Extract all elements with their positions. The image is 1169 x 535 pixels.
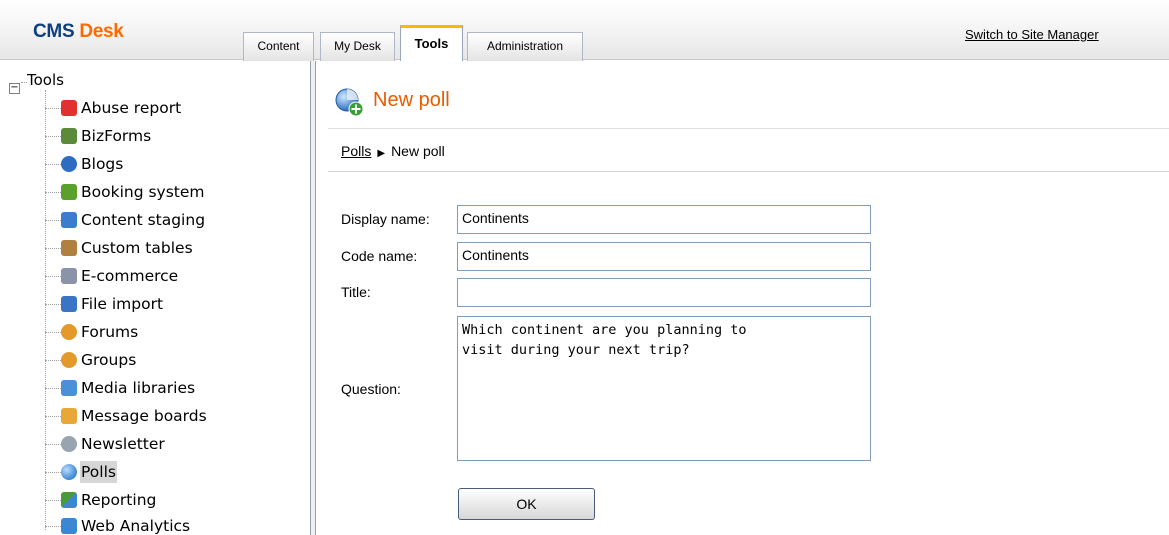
- tree-item-abuse-report[interactable]: Abuse report: [45, 95, 182, 121]
- ok-button[interactable]: OK: [458, 488, 595, 520]
- tree-item-label: File import: [81, 295, 164, 313]
- code-name-input[interactable]: Continents: [457, 242, 871, 271]
- tree-item-label: Reporting: [81, 491, 157, 509]
- tree-item-blogs[interactable]: Blogs: [45, 151, 124, 177]
- e-commerce-icon: [61, 268, 77, 284]
- page-header: New poll: [320, 61, 1169, 127]
- message-boards-icon: [61, 408, 77, 424]
- main-content: New poll Polls ▶ New poll Display name: Co…: [320, 61, 1169, 535]
- tree-item-e-commerce[interactable]: E-commerce: [45, 263, 179, 289]
- collapse-tools-icon[interactable]: −: [9, 83, 20, 94]
- file-import-icon: [61, 296, 77, 312]
- abuse-report-icon: [61, 100, 77, 116]
- tree-item-label: Media libraries: [81, 379, 196, 397]
- booking-system-icon: [61, 184, 77, 200]
- cms-desk-logo: CMS Desk: [33, 21, 124, 42]
- divider: [328, 128, 1169, 129]
- frame-splitter[interactable]: [306, 61, 320, 535]
- tree-item-label: Booking system: [81, 183, 205, 201]
- title-input[interactable]: [457, 278, 871, 307]
- tab-administration[interactable]: Administration: [467, 32, 583, 61]
- tree-item-custom-tables[interactable]: Custom tables: [45, 235, 194, 261]
- tree-item-media-libraries[interactable]: Media libraries: [45, 375, 196, 401]
- tree-item-label: Blogs: [81, 155, 124, 173]
- tree-item-label: Groups: [81, 351, 137, 369]
- display-name-input[interactable]: Continents: [457, 205, 871, 234]
- tree-item-label: Message boards: [81, 407, 207, 425]
- web-analytics-icon: [61, 518, 77, 534]
- tab-content[interactable]: Content: [243, 32, 314, 61]
- custom-tables-icon: [61, 240, 77, 256]
- new-poll-icon: [335, 88, 364, 117]
- tab-my-desk[interactable]: My Desk: [320, 32, 395, 61]
- tree-item-bizforms[interactable]: BizForms: [45, 123, 152, 149]
- tree-item-booking-system[interactable]: Booking system: [45, 179, 206, 205]
- tab-tools-label: Tools: [414, 36, 449, 51]
- groups-icon: [61, 352, 77, 368]
- polls-icon: [61, 464, 77, 480]
- tree-item-content-staging[interactable]: Content staging: [45, 207, 206, 233]
- tree-item-label: Polls: [80, 461, 117, 483]
- newsletter-icon: [61, 436, 77, 452]
- display-name-label: Display name:: [341, 211, 430, 227]
- breadcrumb-polls-link[interactable]: Polls: [341, 143, 371, 159]
- media-libraries-icon: [61, 380, 77, 396]
- tree-item-groups[interactable]: Groups: [45, 347, 137, 373]
- breadcrumb-current: New poll: [391, 143, 445, 159]
- tree-item-label: Abuse report: [81, 99, 182, 117]
- tree-item-label: Newsletter: [81, 435, 165, 453]
- tree-item-message-boards[interactable]: Message boards: [45, 403, 208, 429]
- divider: [328, 171, 1169, 172]
- tab-content-label: Content: [257, 39, 300, 53]
- reporting-icon: [61, 492, 77, 508]
- tree-item-label: E-commerce: [81, 267, 179, 285]
- breadcrumb: Polls ▶ New poll: [341, 143, 445, 159]
- bizforms-icon: [61, 128, 77, 144]
- breadcrumb-separator-icon: ▶: [377, 148, 386, 159]
- tree-item-reporting[interactable]: Reporting: [45, 487, 157, 513]
- tree-item-label: Content staging: [81, 211, 206, 229]
- tree-item-forums[interactable]: Forums: [45, 319, 139, 345]
- tree-item-label: Forums: [81, 323, 139, 341]
- tree-item-newsletter[interactable]: Newsletter: [45, 431, 166, 457]
- tree-item-polls[interactable]: Polls: [45, 459, 117, 485]
- code-name-label: Code name:: [341, 248, 418, 264]
- forums-icon: [61, 324, 77, 340]
- tree-item-label: BizForms: [81, 127, 152, 145]
- tab-tools[interactable]: Tools: [400, 25, 463, 61]
- tree-item-label: Web Analytics: [81, 517, 191, 535]
- question-textarea[interactable]: Which continent are you planning to visi…: [457, 316, 871, 461]
- tab-my-desk-label: My Desk: [334, 39, 381, 53]
- top-header: CMS Desk Content My Desk Tools Administr…: [0, 0, 1169, 61]
- title-label: Title:: [341, 284, 371, 300]
- tree-item-web-analytics[interactable]: Web Analytics: [45, 513, 191, 535]
- blogs-icon: [61, 156, 77, 172]
- tree-item-label: Custom tables: [81, 239, 193, 257]
- question-label: Question:: [341, 381, 401, 397]
- switch-to-site-manager-link[interactable]: Switch to Site Manager: [965, 27, 1099, 42]
- tree-item-file-import[interactable]: File import: [45, 291, 164, 317]
- content-staging-icon: [61, 212, 77, 228]
- tree-root-tools[interactable]: Tools: [27, 71, 64, 89]
- page-title: New poll: [373, 89, 450, 111]
- tab-administration-label: Administration: [486, 39, 564, 53]
